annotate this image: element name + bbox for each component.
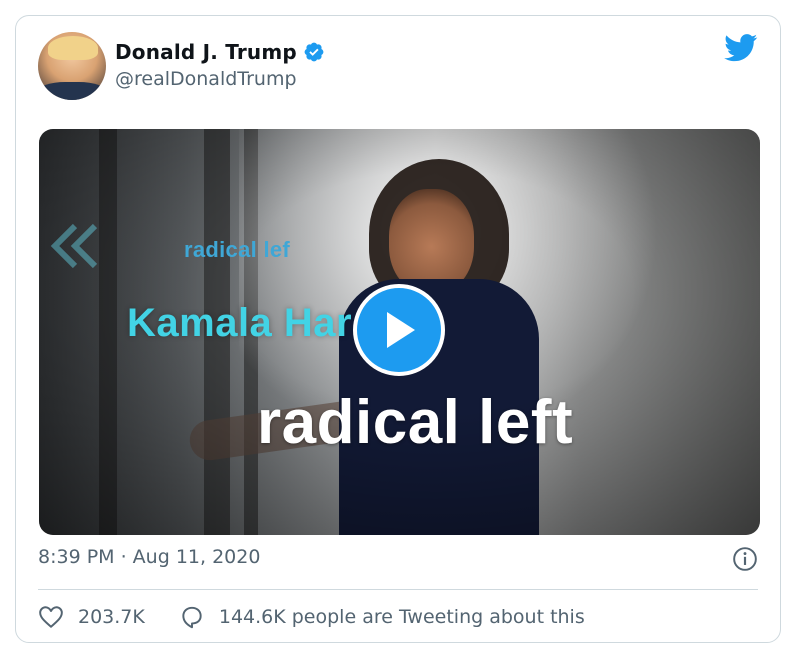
- play-icon: [387, 312, 415, 348]
- divider: [38, 589, 758, 590]
- video-caption-small: radical lef: [184, 237, 291, 262]
- avatar-hair: [48, 36, 98, 60]
- verified-badge-icon: [304, 42, 324, 62]
- play-button[interactable]: [353, 284, 445, 376]
- video-thumbnail[interactable]: radical lef Kamala Har radical left: [39, 129, 760, 535]
- chevron-graphic-icon: [50, 223, 98, 269]
- like-count: 203.7K: [78, 606, 145, 628]
- author-handle[interactable]: @realDonaldTrump: [115, 68, 297, 90]
- conversation-count: 144.6K people are Tweeting about this: [218, 606, 585, 628]
- twitter-bird-icon[interactable]: [724, 34, 758, 62]
- video-caption-large: radical left: [257, 388, 574, 457]
- conversation-action[interactable]: 144.6K people are Tweeting about this: [179, 604, 585, 630]
- info-icon[interactable]: [732, 546, 758, 572]
- speech-bubble-icon: [182, 606, 202, 629]
- video-caption-name: Kamala Har: [127, 301, 353, 345]
- tweet-timestamp[interactable]: 8:39 PM · Aug 11, 2020: [38, 546, 260, 568]
- tweet-card: Donald J. Trump @realDonaldTrump radical…: [15, 15, 781, 643]
- author-name-row: Donald J. Trump: [115, 40, 325, 64]
- heart-icon: [39, 606, 63, 628]
- like-action[interactable]: 203.7K: [38, 604, 145, 630]
- author-name[interactable]: Donald J. Trump: [115, 40, 297, 64]
- tweet-actions: 203.7K 144.6K people are Tweeting about …: [38, 604, 585, 630]
- avatar-suit: [38, 82, 106, 100]
- author-avatar[interactable]: [38, 32, 106, 100]
